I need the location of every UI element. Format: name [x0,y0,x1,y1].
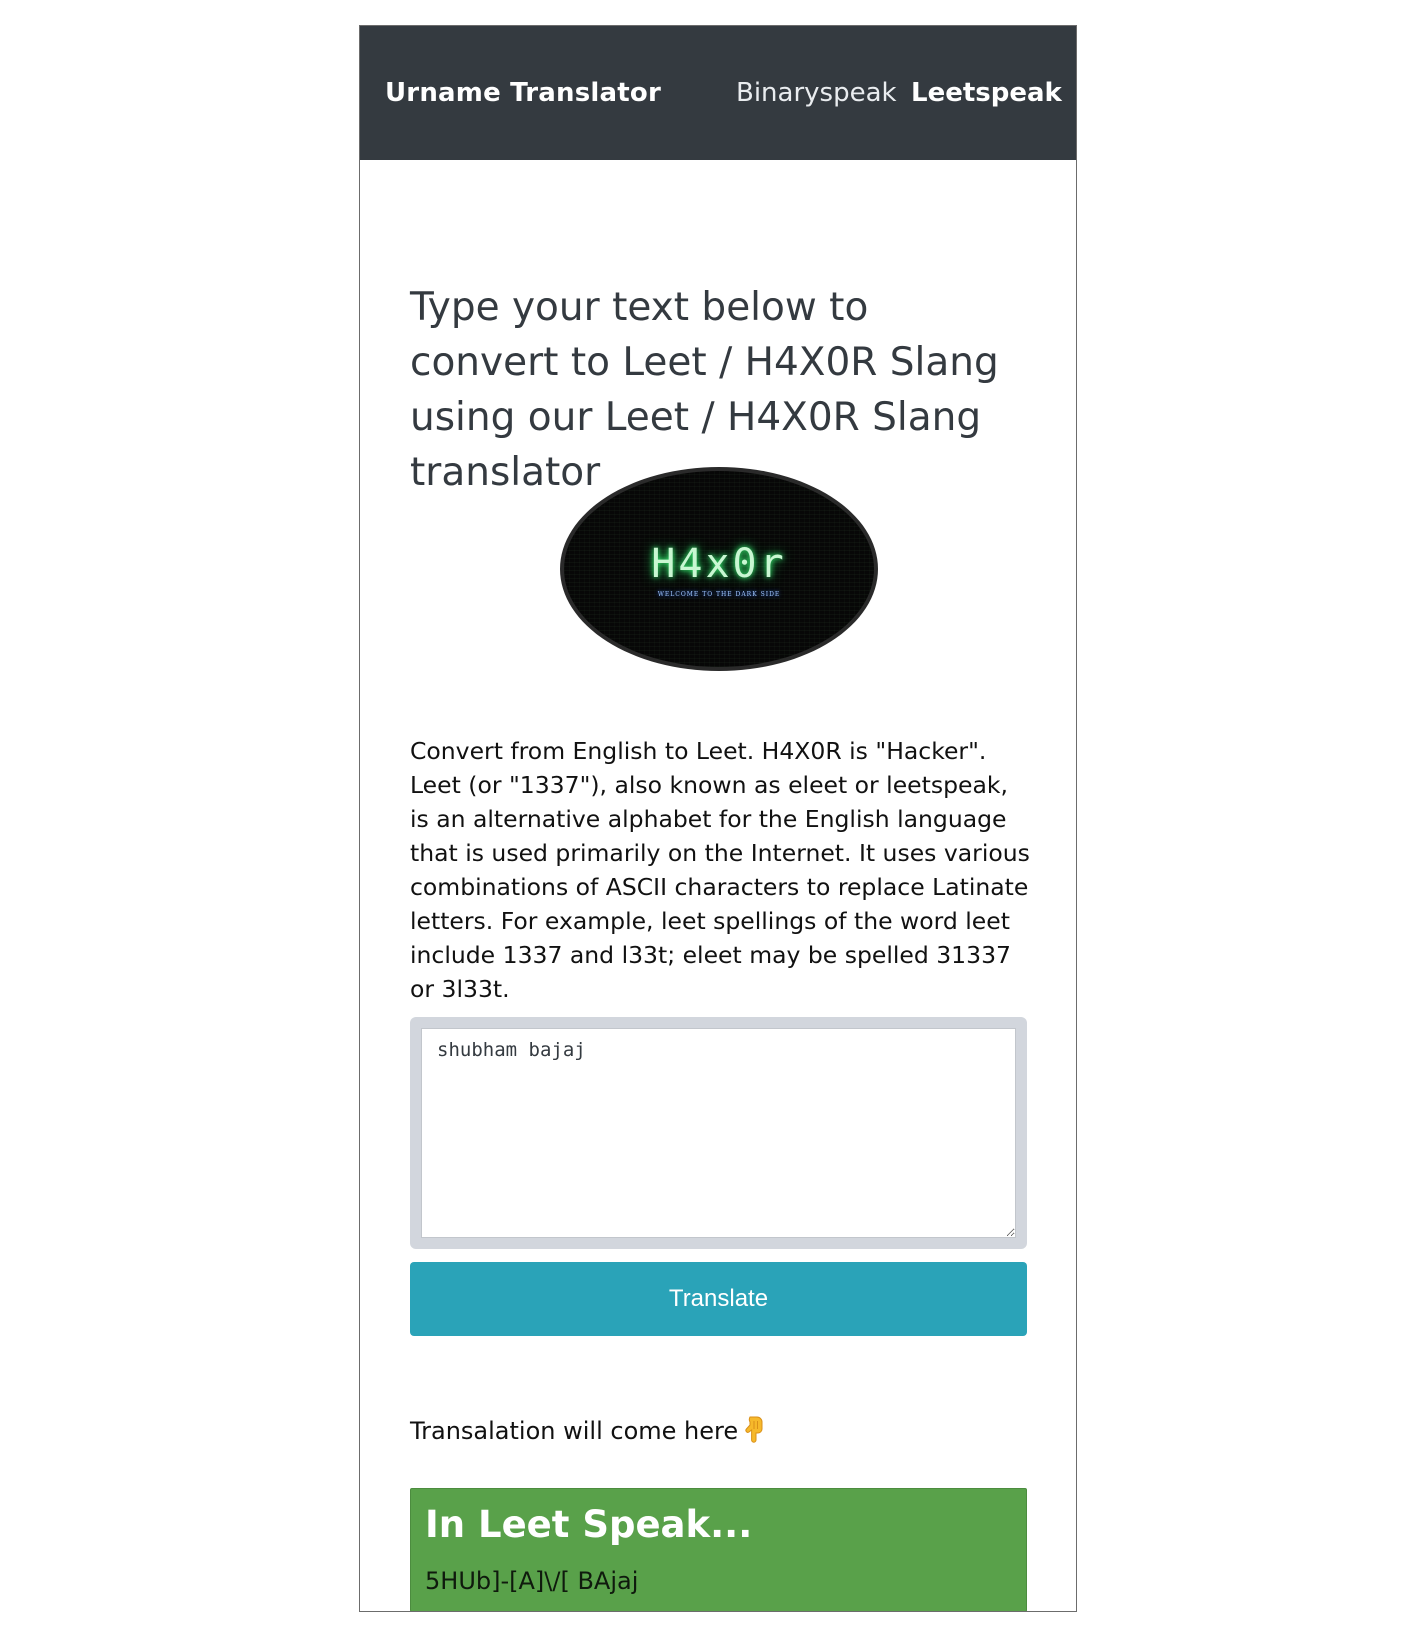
nav-link-leetspeak[interactable]: Leetspeak [911,78,1062,108]
pointing-down-hand-icon [744,1415,766,1445]
translate-button[interactable]: Translate [410,1262,1027,1336]
description-text: Convert from English to Leet. H4X0R is "… [410,737,1030,1003]
result-output: 5HUb]-[A]\/[ BAjaj [425,1567,639,1595]
hero-title: H4x0r [651,541,787,587]
page-frame: Urname Translator Binaryspeak Leetspeak … [359,25,1077,1612]
result-title: In Leet Speak... [425,1503,753,1546]
nav-link-binaryspeak[interactable]: Binaryspeak [736,78,897,108]
output-hint: Transalation will come here [410,1415,766,1445]
hero-subtitle: WELCOME TO THE DARK SIDE [657,591,781,598]
result-panel: In Leet Speak... 5HUb]-[A]\/[ BAjaj [410,1488,1027,1611]
h4x0r-logo: H4x0r WELCOME TO THE DARK SIDE [560,467,878,671]
navbar-brand[interactable]: Urname Translator [385,78,661,108]
hero-image: H4x0r WELCOME TO THE DARK SIDE [560,467,878,671]
output-hint-label: Transalation will come here [410,1417,739,1445]
text-input[interactable]: shubham bajaj [421,1028,1016,1238]
input-wrapper: shubham bajaj [410,1017,1027,1249]
navbar: Urname Translator Binaryspeak Leetspeak [360,26,1076,160]
